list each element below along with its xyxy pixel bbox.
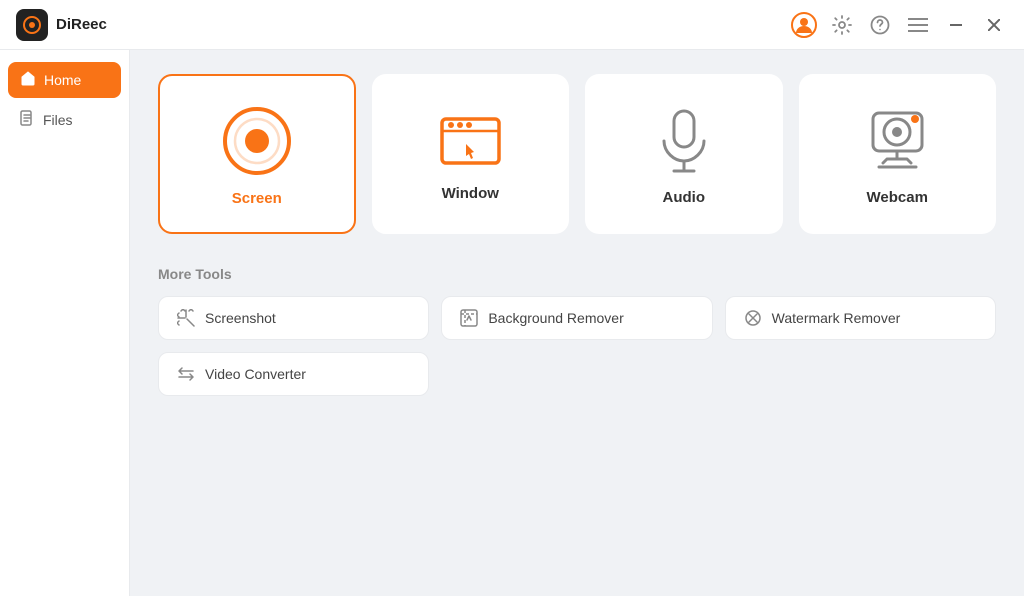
- video-converter-icon: [177, 365, 195, 383]
- titlebar: DiReec: [0, 0, 1024, 50]
- screenshot-tool[interactable]: Screenshot: [158, 296, 429, 340]
- audio-card[interactable]: Audio: [585, 74, 783, 234]
- background-remover-tool[interactable]: Background Remover: [441, 296, 712, 340]
- background-remover-icon: [460, 309, 478, 327]
- watermark-remover-label: Watermark Remover: [772, 310, 901, 326]
- sidebar: Home Files: [0, 50, 130, 596]
- more-tools-section: More Tools Screenshot: [158, 266, 996, 396]
- content-area: Screen Window: [130, 50, 1024, 596]
- window-card-label: Window: [442, 185, 499, 202]
- video-converter-tool[interactable]: Video Converter: [158, 352, 429, 396]
- minimize-button[interactable]: [942, 11, 970, 39]
- files-icon: [20, 110, 35, 130]
- logo-ring: [23, 16, 41, 34]
- sidebar-item-files[interactable]: Files: [8, 102, 121, 138]
- window-card[interactable]: Window: [372, 74, 570, 234]
- screen-card-label: Screen: [232, 190, 282, 207]
- audio-card-label: Audio: [663, 189, 706, 206]
- screenshot-label: Screenshot: [205, 310, 276, 326]
- window-icon: [438, 111, 503, 171]
- recording-cards: Screen Window: [158, 74, 996, 234]
- webcam-card[interactable]: Webcam: [799, 74, 997, 234]
- sidebar-item-home-label: Home: [44, 72, 81, 88]
- close-button[interactable]: [980, 11, 1008, 39]
- app-branding: DiReec: [16, 9, 107, 41]
- screenshot-icon: [177, 309, 195, 327]
- screen-card[interactable]: Screen: [158, 74, 356, 234]
- tools-grid: Screenshot Background Remover: [158, 296, 996, 396]
- menu-icon[interactable]: [904, 11, 932, 39]
- watermark-remover-icon: [744, 309, 762, 327]
- sidebar-item-files-label: Files: [43, 112, 73, 128]
- video-converter-label: Video Converter: [205, 366, 306, 382]
- background-remover-label: Background Remover: [488, 310, 623, 326]
- app-logo: [16, 9, 48, 41]
- titlebar-controls: [790, 11, 1008, 39]
- app-name: DiReec: [56, 16, 107, 33]
- webcam-icon: [865, 107, 930, 175]
- home-icon: [20, 70, 36, 90]
- main-layout: Home Files: [0, 50, 1024, 596]
- webcam-card-label: Webcam: [867, 189, 928, 206]
- sidebar-item-home[interactable]: Home: [8, 62, 121, 98]
- logo-dot: [29, 22, 35, 28]
- profile-icon[interactable]: [790, 11, 818, 39]
- help-icon[interactable]: [866, 11, 894, 39]
- watermark-remover-tool[interactable]: Watermark Remover: [725, 296, 996, 340]
- audio-icon: [654, 107, 714, 175]
- more-tools-title: More Tools: [158, 266, 996, 282]
- screen-icon: [222, 106, 292, 176]
- settings-icon[interactable]: [828, 11, 856, 39]
